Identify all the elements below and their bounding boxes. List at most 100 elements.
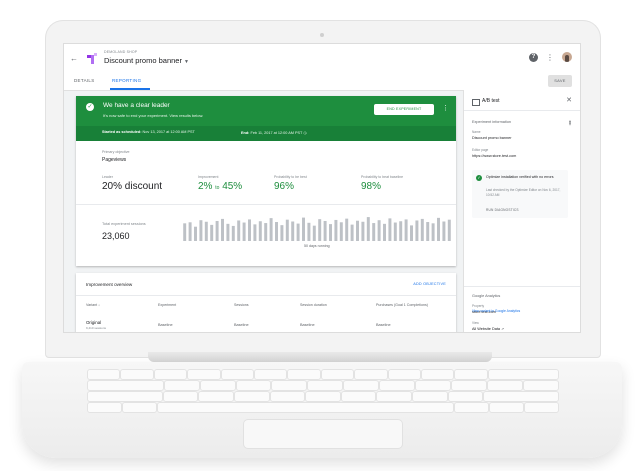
session-bar [399, 221, 403, 241]
session-bar [307, 222, 311, 241]
table-cell: Baseline [158, 323, 173, 327]
session-bar [285, 219, 289, 241]
breadcrumb[interactable]: DEMOLAND SHOP [104, 50, 137, 54]
variant-name: Original [86, 320, 102, 325]
session-bar [253, 224, 257, 241]
column-header-experiment: Experiment [158, 303, 177, 307]
open-external-icon[interactable]: ↗ [501, 327, 504, 331]
property-label: Property [472, 304, 485, 308]
name-label: Name [472, 130, 481, 134]
improvement-stat: Improvement 2% to 45% [198, 175, 242, 192]
experiment-icon [472, 99, 480, 106]
session-bar [296, 223, 300, 241]
app-header: ← DEMOLAND SHOP Discount promo banner ▼ ?… [64, 44, 580, 72]
table-cell: Baseline [300, 323, 315, 327]
end-label: End: [241, 131, 250, 135]
session-bar [199, 220, 203, 241]
probability-baseline-label: Probability to beat baseline [361, 175, 404, 179]
camera-icon [320, 33, 324, 37]
session-bar [215, 220, 219, 241]
session-bar [372, 223, 376, 241]
optimize-logo-icon [87, 53, 97, 64]
session-bar [302, 217, 305, 241]
session-bar [269, 218, 273, 241]
column-header-duration: Session duration [300, 303, 327, 307]
session-bar [323, 220, 327, 241]
improvement-low: 2% [198, 181, 213, 192]
probability-baseline-stat: Probability to beat baseline 98% [361, 175, 403, 192]
view-label: View [472, 321, 479, 325]
laptop-base [22, 362, 622, 458]
session-bar [242, 222, 246, 241]
panel-divider [464, 286, 580, 287]
more-vert-icon[interactable]: ⋮ [546, 53, 554, 62]
help-icon[interactable]: ? [529, 52, 538, 62]
arrow-down-icon: ↓ [98, 303, 100, 307]
editor-page-label: Editor page [472, 148, 489, 152]
tab-bar: DETAILS REPORTING SAVE [64, 72, 580, 91]
panel-section-title: Experiment information [472, 120, 512, 124]
status-title: Optimize installation verified with no e… [486, 175, 554, 179]
save-button[interactable]: SAVE [548, 75, 572, 87]
panel-divider [464, 110, 580, 111]
session-bar [329, 224, 332, 241]
session-bar [383, 223, 386, 241]
sessions-value: 23,060 [102, 231, 130, 241]
page-title[interactable]: Discount promo banner ▼ [104, 56, 189, 65]
check-circle-icon: ✓ [86, 103, 94, 111]
started-label: Started as scheduled: [102, 130, 142, 134]
tab-reporting[interactable]: REPORTING [112, 78, 141, 83]
session-bar [393, 222, 397, 241]
objective-value: Pageviews [102, 157, 127, 163]
laptop-hinge [148, 352, 492, 362]
session-bar [361, 221, 365, 241]
improvement-to: to [215, 185, 220, 191]
probability-baseline-value: 98% [361, 181, 382, 192]
banner-subtitle: It's now safe to end your experiment. Vi… [103, 113, 204, 118]
session-bar [350, 224, 354, 241]
session-bar [345, 218, 349, 241]
column-header-variant[interactable]: Variant ↓ [86, 303, 100, 307]
active-tab-indicator [110, 88, 150, 90]
session-bar [318, 219, 322, 241]
session-bar [437, 217, 440, 241]
run-diagnostics-button[interactable]: RUN DIAGNOSTICS [486, 208, 519, 212]
started-value: Nov 13, 2017 at 12:00 AM PST [142, 130, 195, 134]
session-bar [226, 223, 230, 241]
ab-test-panel: A/B test ✕ Experiment information ✎ Name… [464, 90, 580, 332]
status-subtitle: Last checked by the Optimize Editor on N… [486, 188, 561, 197]
back-arrow-icon[interactable]: ← [70, 54, 78, 63]
session-bar [339, 222, 343, 241]
editor-page-value: https://www.store.test.com [472, 154, 517, 158]
improvement-high: 45% [222, 181, 243, 192]
session-bar [210, 224, 214, 241]
session-bar [183, 223, 187, 241]
end-experiment-button[interactable]: END EXPERIMENT [374, 104, 434, 115]
probability-best-label: Probability to be best [274, 175, 307, 179]
end-info: End: Feb 11, 2017 at 12:00 AM PST ◷ [241, 130, 307, 135]
schedule-bar: Started as scheduled: Nov 13, 2017 at 12… [76, 126, 456, 141]
banner-more-icon[interactable]: ⋮ [442, 104, 449, 112]
tab-details[interactable]: DETAILS [74, 78, 95, 83]
trackpad [244, 420, 402, 448]
session-bar [377, 220, 381, 241]
session-bar [291, 221, 295, 241]
results-card: ✓ We have a clear leader It's now safe t… [76, 96, 456, 266]
chevron-down-icon: ▼ [183, 59, 189, 65]
session-bar [312, 225, 316, 241]
leader-stat: Leader 20% discount [102, 175, 162, 192]
session-bar [447, 219, 451, 241]
session-bar [334, 219, 338, 241]
session-bar [410, 225, 413, 241]
add-objective-button[interactable]: ADD OBJECTIVE [413, 282, 446, 286]
column-header-sessions: Sessions [234, 303, 249, 307]
view-value-text: All Website Data [472, 327, 500, 331]
view-in-analytics-link[interactable]: View variant in Google Analytics [472, 309, 520, 313]
probability-best-value: 96% [274, 181, 295, 192]
avatar[interactable] [562, 52, 572, 62]
session-bar [248, 219, 251, 241]
sessions-bar-chart [183, 217, 451, 241]
edit-icon[interactable]: ✎ [565, 119, 574, 128]
close-icon[interactable]: ✕ [566, 96, 572, 104]
leader-value: 20% discount [102, 181, 163, 192]
